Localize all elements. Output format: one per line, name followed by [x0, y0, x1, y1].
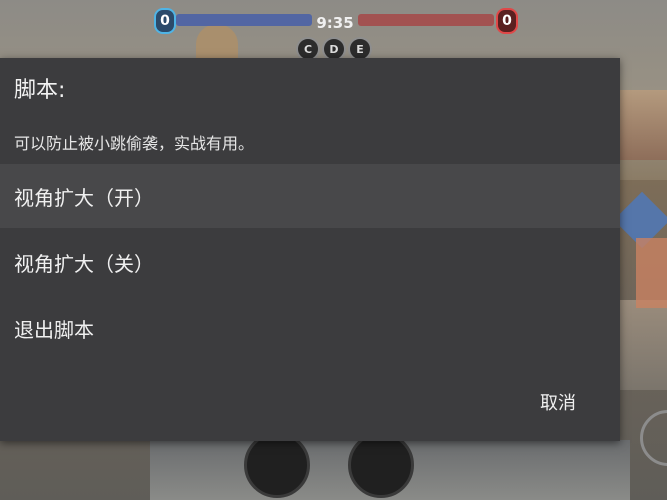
script-dialog: 脚本: 可以防止被小跳偷袭，实战有用。 视角扩大（开） 视角扩大（关） 退出脚本…: [0, 58, 620, 441]
option-label: 视角扩大（关）: [14, 251, 154, 276]
building-right: [618, 90, 667, 160]
red-team-bar: [358, 14, 494, 26]
red-team-score: 0: [496, 8, 518, 34]
vehicle-wheel-left: [244, 432, 310, 498]
cancel-button[interactable]: 取消: [526, 384, 590, 420]
option-label: 退出脚本: [14, 317, 94, 342]
vehicle-wheel-right: [348, 432, 414, 498]
match-hud: 0 9:35 0 C D E: [0, 0, 667, 61]
option-exit-script[interactable]: 退出脚本: [0, 296, 620, 360]
blue-team-bar: [176, 14, 312, 26]
option-view-expand-on[interactable]: 视角扩大（开）: [0, 164, 620, 228]
building-lower-right: [618, 300, 667, 390]
option-view-expand-off[interactable]: 视角扩大（关）: [0, 230, 620, 294]
match-timer: 9:35: [316, 14, 354, 32]
option-label: 视角扩大（开）: [14, 185, 154, 210]
side-control-panel[interactable]: [636, 238, 667, 308]
blue-team-score: 0: [154, 8, 176, 34]
dialog-title: 脚本:: [14, 78, 66, 103]
dialog-message: 可以防止被小跳偷袭，实战有用。: [14, 134, 255, 153]
